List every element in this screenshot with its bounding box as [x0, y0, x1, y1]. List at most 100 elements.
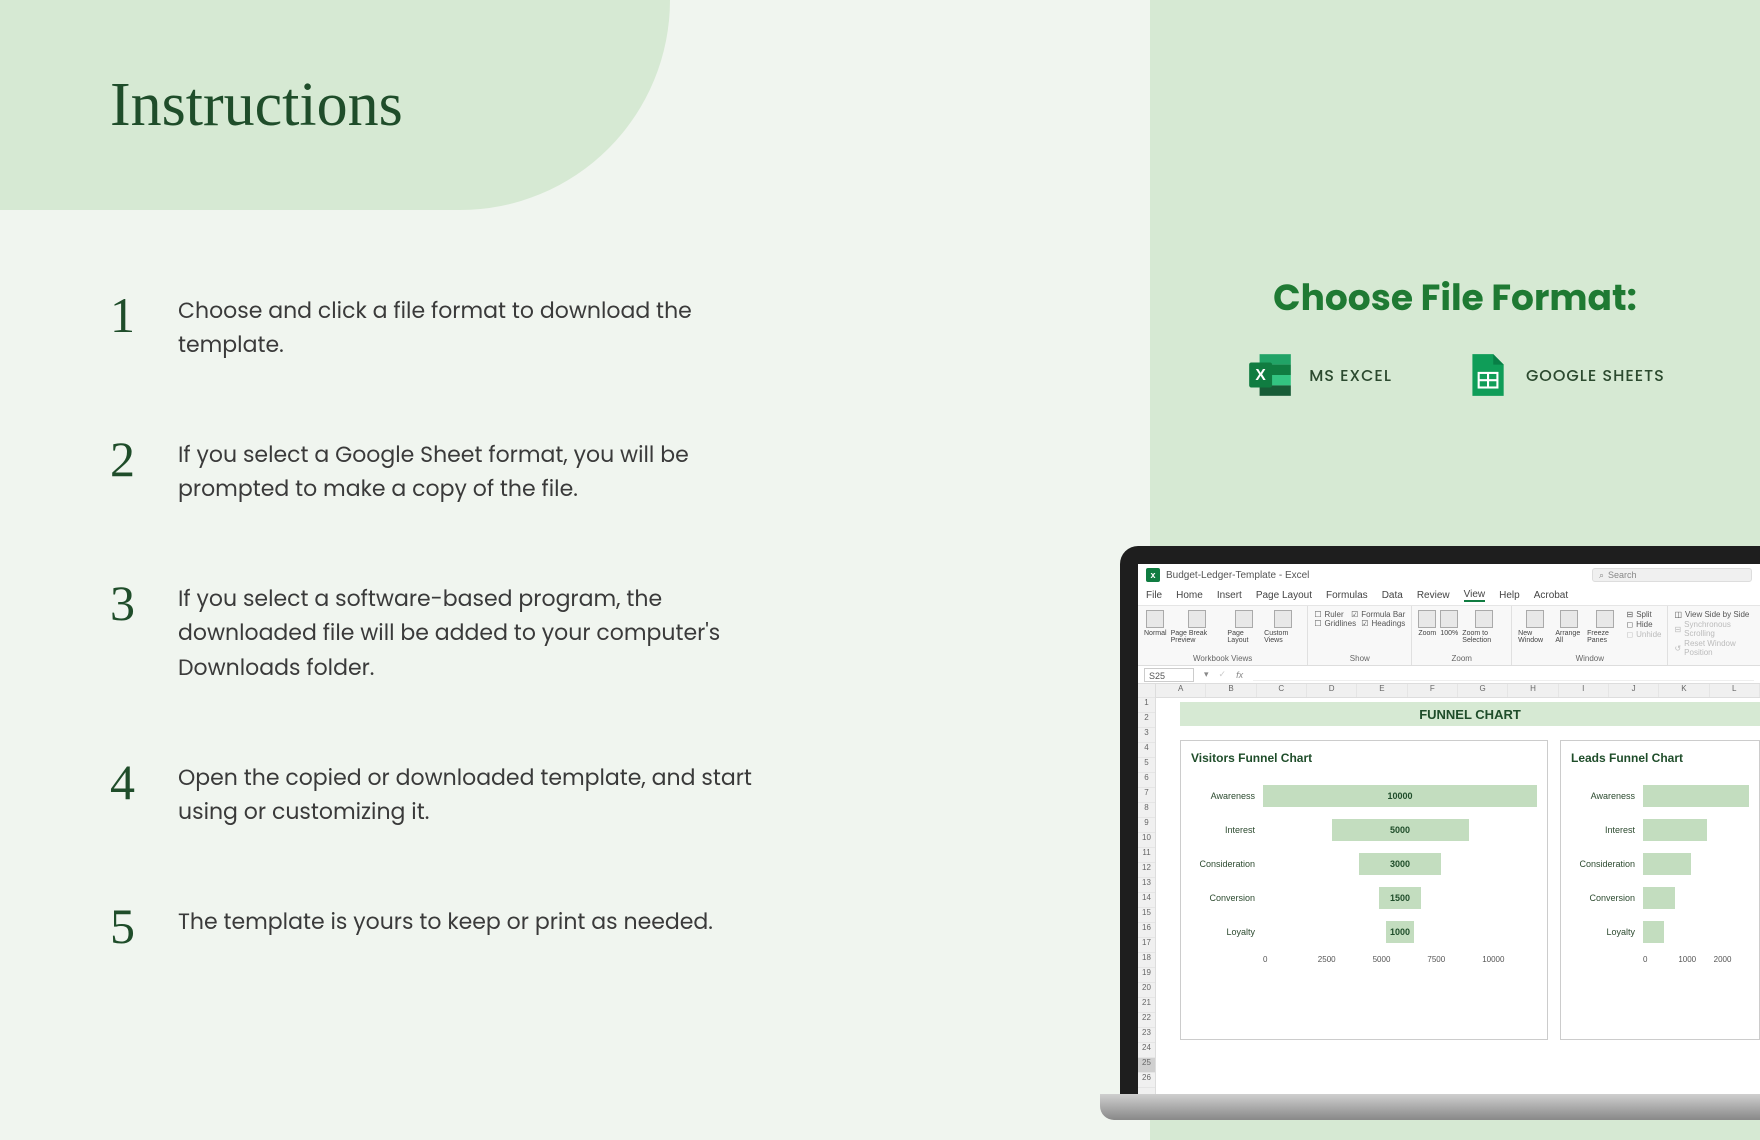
axis-tick: 5000 [1373, 955, 1428, 964]
menu-review[interactable]: Review [1417, 590, 1450, 601]
funnel-bar-row: Loyalty 1000 [1191, 915, 1537, 949]
col-header[interactable]: C [1257, 684, 1307, 697]
normal-view-button[interactable]: Normal [1144, 610, 1167, 637]
row-header[interactable]: 2 [1138, 713, 1155, 728]
group-label: Zoom [1418, 654, 1505, 663]
split-button[interactable]: ⊟ Split [1626, 610, 1661, 619]
ribbon-window2: ◫ View Side by Side ⊟ Synchronous Scroll… [1668, 606, 1760, 665]
menu-bar: File Home Insert Page Layout Formulas Da… [1138, 586, 1760, 606]
hide-button[interactable]: ◻ Hide [1626, 620, 1661, 629]
pagebreak-button[interactable]: Page Break Preview [1171, 610, 1224, 644]
menu-data[interactable]: Data [1382, 590, 1403, 601]
step-text: Choose and click a file format to downlo… [178, 290, 790, 362]
zoomsel-button[interactable]: Zoom to Selection [1462, 610, 1505, 644]
row-header[interactable]: 14 [1138, 893, 1155, 908]
row-header[interactable]: 5 [1138, 758, 1155, 773]
row-header[interactable]: 19 [1138, 968, 1155, 983]
funnel-stage-label: Consideration [1571, 859, 1643, 869]
row-header[interactable]: 17 [1138, 938, 1155, 953]
col-header[interactable]: K [1659, 684, 1709, 697]
row-header[interactable]: 10 [1138, 833, 1155, 848]
funnel-bar [1643, 921, 1664, 943]
row-header[interactable]: 9 [1138, 818, 1155, 833]
menu-formulas[interactable]: Formulas [1326, 590, 1368, 601]
sidebyside-button[interactable]: ◫ View Side by Side [1674, 610, 1754, 619]
menu-home[interactable]: Home [1176, 590, 1203, 601]
sheets-option[interactable]: GOOGLE SHEETS [1462, 350, 1665, 400]
formula-input[interactable] [1253, 669, 1754, 681]
sync-button[interactable]: ⊟ Synchronous Scrolling [1674, 620, 1754, 638]
row-header[interactable]: 13 [1138, 878, 1155, 893]
row-header[interactable]: 8 [1138, 803, 1155, 818]
ribbon-workbook-views: Normal Page Break Preview Page Layout Cu… [1138, 606, 1308, 665]
step-4: 4 Open the copied or downloaded template… [110, 757, 790, 829]
row-header[interactable]: 23 [1138, 1028, 1155, 1043]
unhide-button[interactable]: ◻ Unhide [1626, 630, 1661, 639]
menu-help[interactable]: Help [1499, 590, 1520, 601]
col-header[interactable]: J [1609, 684, 1659, 697]
reset-button[interactable]: ↺ Reset Window Position [1674, 639, 1754, 657]
row-header[interactable]: 3 [1138, 728, 1155, 743]
row-header[interactable]: 11 [1138, 848, 1155, 863]
col-header[interactable]: H [1508, 684, 1558, 697]
ruler-check[interactable]: ☐ Ruler ☑ Formula Bar [1314, 610, 1405, 619]
funnel-bar-row: Loyalty [1571, 915, 1749, 949]
sheet-content[interactable]: ABCDEFGHIJKL FUNNEL CHART Visitors Funne… [1156, 684, 1760, 1106]
excel-option[interactable]: X MS EXCEL [1245, 350, 1392, 400]
row-header[interactable]: 16 [1138, 923, 1155, 938]
menu-insert[interactable]: Insert [1217, 590, 1242, 601]
name-box[interactable]: S25 [1144, 668, 1194, 682]
col-header[interactable]: B [1206, 684, 1256, 697]
menu-acrobat[interactable]: Acrobat [1534, 590, 1568, 601]
visitors-chart: Visitors Funnel Chart Awareness 10000Int… [1180, 740, 1548, 1040]
row-header[interactable]: 1 [1138, 698, 1155, 713]
arrange-button[interactable]: Arrange All [1555, 610, 1583, 644]
newwindow-button[interactable]: New Window [1518, 610, 1551, 644]
col-header[interactable]: G [1458, 684, 1508, 697]
row-header[interactable]: 15 [1138, 908, 1155, 923]
search-icon: ⌕ [1599, 570, 1604, 581]
dropdown-icon[interactable]: ▾ [1204, 669, 1209, 680]
col-header[interactable]: I [1559, 684, 1609, 697]
page-title: Instructions [110, 70, 403, 141]
row-header[interactable]: 22 [1138, 1013, 1155, 1028]
laptop-base [1100, 1094, 1760, 1120]
row-header[interactable]: 21 [1138, 998, 1155, 1013]
menu-pagelayout[interactable]: Page Layout [1256, 590, 1312, 601]
col-header[interactable]: F [1408, 684, 1458, 697]
col-header[interactable]: L [1710, 684, 1760, 697]
row-header[interactable]: 6 [1138, 773, 1155, 788]
freeze-button[interactable]: Freeze Panes [1587, 610, 1622, 644]
title-bar: x Budget-Ledger-Template - Excel ⌕ Searc… [1138, 564, 1760, 586]
menu-file[interactable]: File [1146, 590, 1162, 601]
row-header[interactable]: 26 [1138, 1073, 1155, 1088]
customviews-button[interactable]: Custom Views [1264, 610, 1301, 644]
funnel-bar-row: Interest [1571, 813, 1749, 847]
zoom100-button[interactable]: 100% [1440, 610, 1458, 637]
col-header[interactable]: D [1307, 684, 1357, 697]
zoom-button[interactable]: Zoom [1418, 610, 1436, 637]
gridlines-check[interactable]: ☐ Gridlines ☑ Headings [1314, 619, 1405, 628]
row-header[interactable]: 12 [1138, 863, 1155, 878]
funnel-bar: 10000 [1263, 785, 1537, 807]
row-header[interactable]: 4 [1138, 743, 1155, 758]
group-label: Window [1518, 654, 1661, 663]
funnel-bar [1643, 819, 1707, 841]
step-text: The template is yours to keep or print a… [178, 901, 713, 939]
search-input[interactable]: ⌕ Search [1592, 568, 1752, 582]
pagelayout-button[interactable]: Page Layout [1227, 610, 1260, 644]
laptop-screen: x Budget-Ledger-Template - Excel ⌕ Searc… [1120, 546, 1760, 1106]
excel-icon: X [1245, 350, 1295, 400]
row-header[interactable]: 18 [1138, 953, 1155, 968]
excel-window: x Budget-Ledger-Template - Excel ⌕ Searc… [1138, 564, 1760, 1106]
row-header[interactable]: 24 [1138, 1043, 1155, 1058]
row-header[interactable]: 7 [1138, 788, 1155, 803]
step-number: 3 [110, 578, 150, 628]
step-number: 4 [110, 757, 150, 807]
menu-view[interactable]: View [1464, 589, 1486, 602]
choose-heading: Choose File Format: [1150, 270, 1760, 325]
col-header[interactable]: A [1156, 684, 1206, 697]
row-header[interactable]: 20 [1138, 983, 1155, 998]
col-header[interactable]: E [1357, 684, 1407, 697]
row-header[interactable]: 25 [1138, 1058, 1155, 1073]
